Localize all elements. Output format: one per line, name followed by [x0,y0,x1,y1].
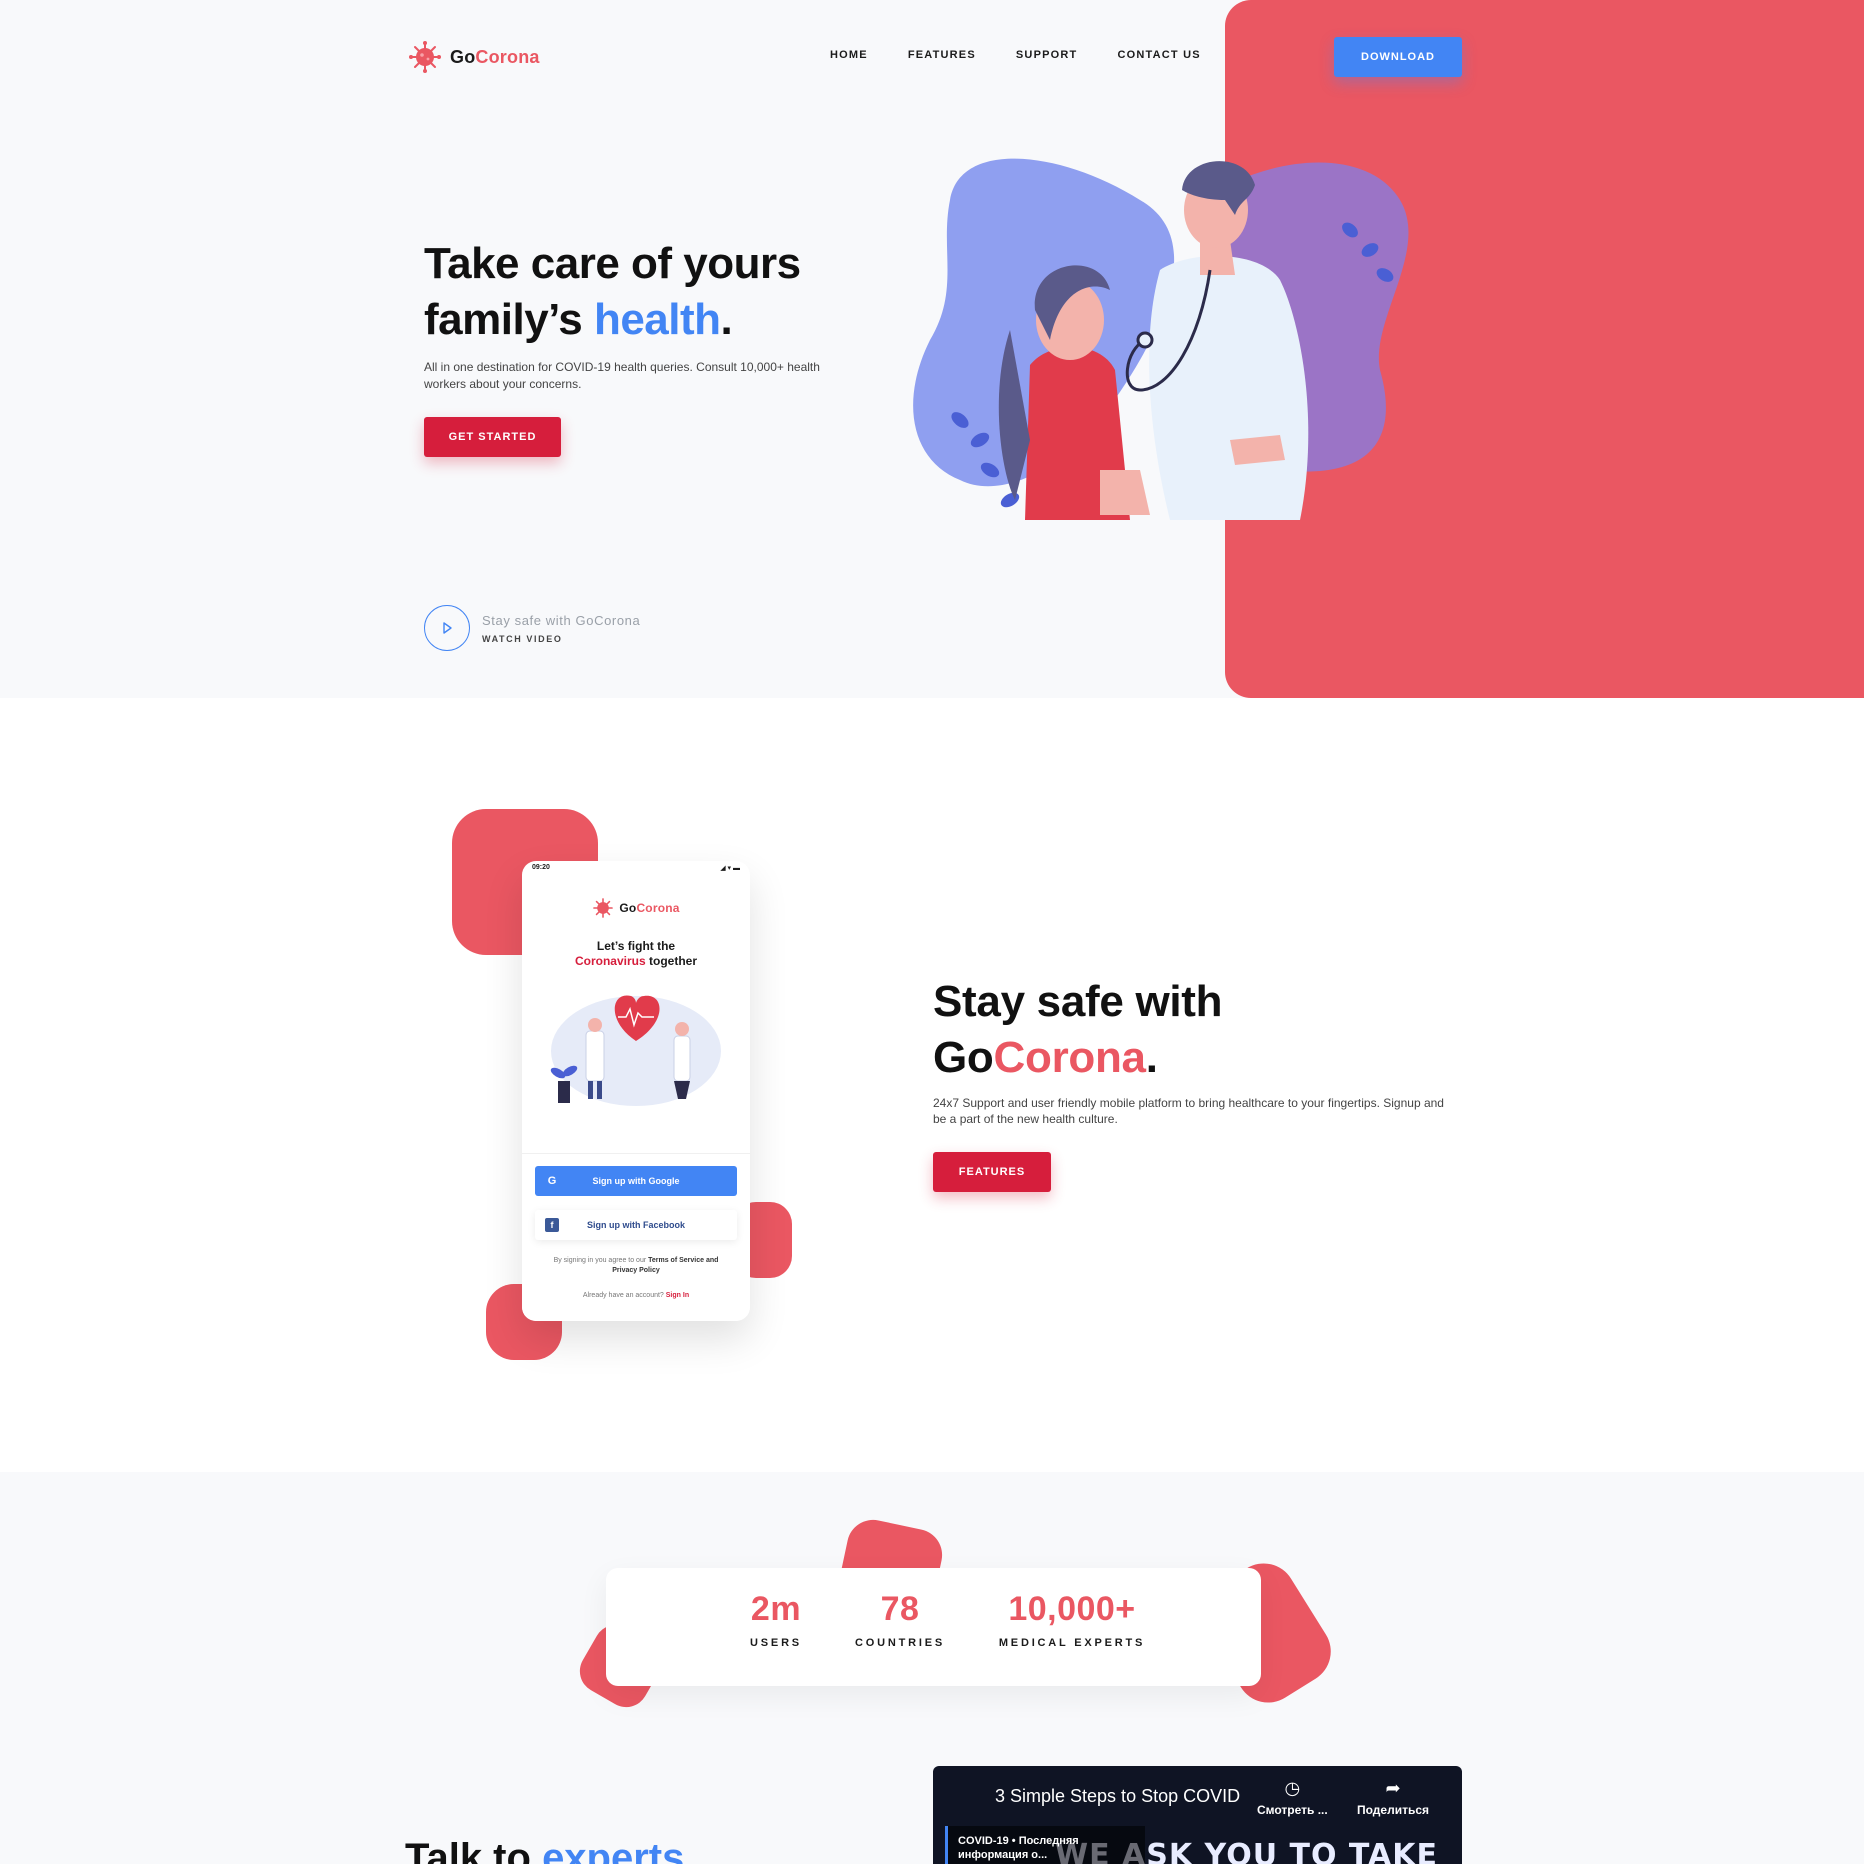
nav-links: HOME FEATURES SUPPORT CONTACT US [830,49,1201,61]
share-button[interactable]: ➦ Поделиться [1357,1778,1429,1817]
top-navbar: GoCorona HOME FEATURES SUPPORT CONTACT U… [0,0,1864,112]
hero-title-accent: health [593,295,721,344]
brand-corona: Corona [475,46,540,67]
hero-title: Take care of yours family’s health. [424,236,904,348]
watch-video-link[interactable]: Stay safe with GoCorona WATCH VIDEO [424,605,640,651]
brand-logo[interactable]: GoCorona [408,40,540,74]
section2-title-line1: Stay safe with [933,977,1223,1026]
virus-logo-icon [409,41,441,73]
stats-card: 2m USERS 78 COUNTRIES 10,000+ MEDICAL EX… [606,1568,1261,1686]
brand-go: Go [619,901,637,915]
stats-section: 2m USERS 78 COUNTRIES 10,000+ MEDICAL EX… [0,1472,1864,1864]
section2-title: Stay safe with GoCorona. [933,974,1223,1086]
google-signup-button[interactable]: G Sign up with Google [535,1166,737,1196]
stat-medical-experts: 10,000+ MEDICAL EXPERTS [962,1590,1182,1649]
section2-title-corona: Corona [993,1033,1147,1082]
phone-headline: Let’s fight the Coronavirus together [522,939,750,969]
talk-title-accent: experts [542,1836,685,1864]
features-button[interactable]: FEATURES [933,1152,1051,1192]
video-title: 3 Simple Steps to Stop COVID [995,1786,1241,1806]
phone-status-bar: 09:20 ◢ ▾ ▬ [522,861,750,875]
watch-video-label: WATCH VIDEO [482,633,563,644]
play-button[interactable] [424,605,470,651]
hero-title-dot: . [720,295,733,344]
nav-contact-us[interactable]: CONTACT US [1117,49,1200,61]
nav-features[interactable]: FEATURES [908,49,976,61]
video-info-card: COVID-19 • Последняя информация о... [945,1826,1145,1864]
hero-title-line2: family’s [424,295,594,344]
video-card-line1: COVID-19 • Последняя [958,1835,1079,1847]
hero-section: GoCorona HOME FEATURES SUPPORT CONTACT U… [0,0,1864,698]
clock-icon: ◷ [1284,1778,1301,1798]
watch-later-label: Смотреть ... [1257,1803,1328,1817]
google-icon: G [547,1175,557,1187]
terms-pre: By signing in you agree to our [553,1257,649,1264]
terms-note: By signing in you agree to our Terms of … [542,1256,730,1276]
phone-headline-line2: together [645,954,698,968]
phone-mockup: 09:20 ◢ ▾ ▬ GoCorona Let’s fight the Cor… [522,861,750,1321]
brand-go: Go [450,46,476,67]
download-button[interactable]: DOWNLOAD [1334,37,1462,77]
section2-subtitle: 24x7 Support and user friendly mobile pl… [933,1096,1444,1126]
share-label: Поделиться [1357,1803,1430,1817]
phone-brand-name: GoCorona [619,901,679,915]
phone-headline-red: Coronavirus [574,954,646,968]
watch-later-button[interactable]: ◷ Смотреть ... [1257,1778,1328,1817]
signup-card: G Sign up with Google f Sign up with Fac… [522,1153,750,1321]
youtube-video-embed[interactable]: 3 Simple Steps to Stop COVID ◷ Смотреть … [933,1766,1462,1864]
signin-note: Already have an account? Sign In [522,1292,750,1299]
facebook-icon: f [545,1218,559,1232]
nav-home[interactable]: HOME [830,49,868,61]
brand-corona: Corona [636,901,680,915]
app-promo-section: 09:20 ◢ ▾ ▬ GoCorona Let’s fight the Cor… [0,698,1864,1472]
signin-pre: Already have an account? [582,1292,666,1299]
play-icon [443,622,452,634]
section2-title-go: Go [933,1033,994,1082]
doctor-patient-illustration [913,158,1409,520]
google-signup-label: Sign up with Google [592,1176,680,1186]
phone-brand-logo: GoCorona [522,897,750,919]
stat-value: 10,000+ [1008,1590,1136,1628]
facebook-signup-button[interactable]: f Sign up with Facebook [535,1210,737,1240]
brand-name: GoCorona [450,47,540,68]
watch-video-title: Stay safe with GoCorona [482,612,641,628]
talk-title-pre: Talk to [405,1836,543,1864]
section2-title-dot: . [1145,1033,1158,1082]
signin-link[interactable]: Sign In [666,1292,689,1299]
stat-label: MEDICAL EXPERTS [998,1637,1146,1649]
phone-time: 09:20 [532,864,550,871]
share-arrow-icon: ➦ [1385,1778,1401,1798]
doctors-heart-illustration [550,995,721,1106]
virus-logo-icon [593,898,614,918]
facebook-signup-label: Sign up with Facebook [586,1220,685,1230]
talk-to-experts-title: Talk to experts [405,1836,684,1864]
video-card-line2: информация о... [958,1849,1048,1861]
get-started-button[interactable]: GET STARTED [424,417,561,457]
signal-wifi-battery-icon: ◢ ▾ ▬ [720,865,740,872]
hero-title-line1: Take care of yours [424,239,801,288]
nav-support[interactable]: SUPPORT [1016,49,1078,61]
phone-headline-line1: Let’s fight the [596,939,676,953]
hero-subtitle: All in one destination for COVID-19 heal… [424,360,820,391]
